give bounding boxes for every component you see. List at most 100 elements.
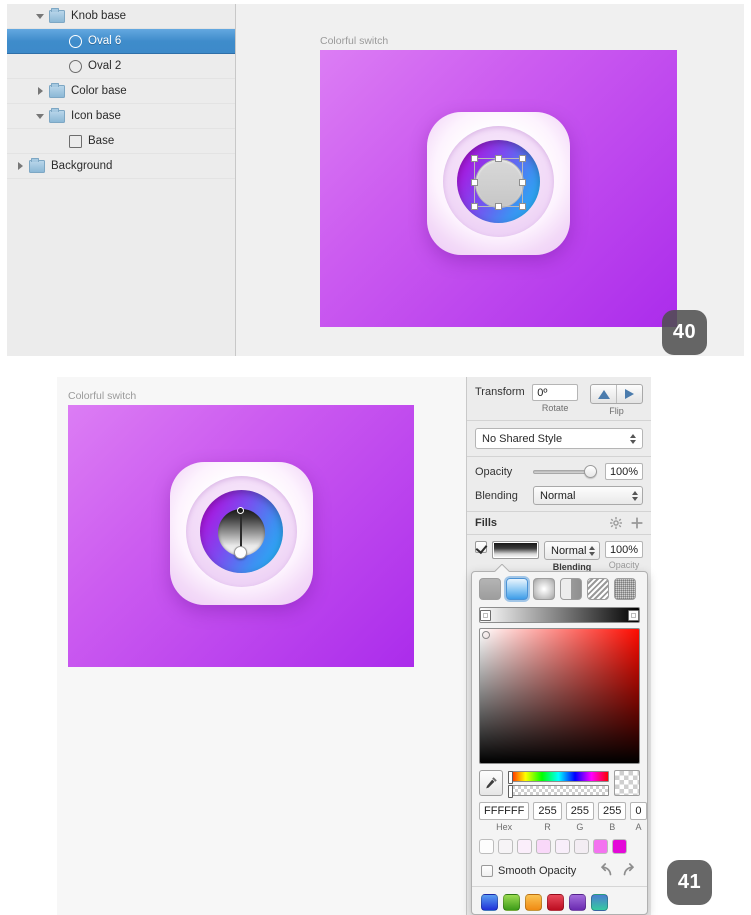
layer-name: Oval 2	[88, 60, 122, 72]
color-value-fields[interactable]: FFFFFF Hex 255 R 255 G 255 B 0 A	[472, 796, 647, 832]
fills-header: Fills	[467, 512, 651, 535]
artboard[interactable]	[320, 50, 677, 327]
color-preview-swatch	[614, 770, 640, 796]
saturation-value-square[interactable]	[479, 628, 640, 764]
rotate-sublabel: Rotate	[541, 403, 569, 413]
opacity-input[interactable]: 100%	[605, 463, 643, 480]
fill-type-noise-fill[interactable]	[614, 578, 636, 600]
flip-vertical-button[interactable]	[616, 385, 642, 403]
gradient-stop-1[interactable]	[628, 609, 639, 621]
fill-type-radial-gradient-fill[interactable]	[533, 578, 555, 600]
fill-enabled-checkbox[interactable]	[475, 541, 487, 553]
color-swatch-6[interactable]	[593, 839, 608, 854]
preset-orange[interactable]	[525, 894, 542, 911]
fill-type-tabs[interactable]	[472, 572, 647, 600]
hue-slider-knob[interactable]	[508, 770, 513, 784]
flip-segmented-control[interactable]	[590, 384, 643, 404]
layer-row-background[interactable]: Background	[7, 154, 235, 179]
undo-arrow-icon[interactable]	[597, 863, 613, 879]
selection-handle-w[interactable]	[470, 178, 478, 186]
chevron-right-icon[interactable]	[35, 85, 47, 97]
hue-slider[interactable]	[508, 770, 609, 784]
gradient-presets-row[interactable]	[472, 887, 647, 911]
alpha-slider-knob[interactable]	[508, 784, 513, 798]
fill-opacity-input[interactable]: 100%	[605, 541, 643, 558]
color-swatch-1[interactable]	[498, 839, 513, 854]
selection-handle-n[interactable]	[494, 154, 502, 162]
color-swatch-4[interactable]	[555, 839, 570, 854]
fill-type-linear-gradient-fill[interactable]	[506, 578, 528, 600]
red-field-label: R	[544, 822, 551, 832]
green-field[interactable]: 255	[565, 802, 595, 820]
recent-swatches-row[interactable]	[472, 832, 647, 854]
layer-row-oval-2[interactable]: Oval 2	[7, 54, 235, 79]
hex-field[interactable]: FFFFFF	[479, 802, 530, 820]
canvas-area-2[interactable]: Colorful switch	[57, 377, 466, 915]
preset-green[interactable]	[503, 894, 520, 911]
fill-type-angular-gradient-fill[interactable]	[560, 578, 582, 600]
red-field[interactable]: 255	[533, 802, 562, 820]
inspector-panel[interactable]: Transform 0º Rotate Flip No Shared Style…	[466, 377, 712, 915]
color-swatch-0[interactable]	[479, 839, 494, 854]
shared-style-value: No Shared Style	[482, 432, 563, 445]
redo-arrow-icon[interactable]	[622, 863, 638, 879]
sv-cursor[interactable]	[482, 631, 490, 639]
layer-row-knob-base[interactable]: Knob base	[7, 4, 235, 29]
app-icon-artwork[interactable]	[427, 112, 570, 255]
chevron-down-icon[interactable]	[35, 10, 47, 22]
color-swatch-5[interactable]	[574, 839, 589, 854]
gradient-stop-0[interactable]	[480, 609, 491, 621]
eyedropper-icon[interactable]	[479, 770, 503, 796]
preset-purple[interactable]	[569, 894, 586, 911]
flip-vertical-icon	[625, 389, 634, 399]
rotate-input[interactable]: 0º	[532, 384, 578, 401]
artboard-2[interactable]	[68, 405, 414, 667]
hex-field-label: Hex	[496, 822, 513, 832]
gradient-stop-start-handle[interactable]	[237, 507, 244, 514]
selection-handle-sw[interactable]	[470, 202, 478, 210]
layer-row-base[interactable]: Base	[7, 129, 235, 154]
opacity-slider[interactable]	[533, 464, 597, 480]
shared-style-popup[interactable]: No Shared Style	[475, 428, 643, 449]
color-swatch-3[interactable]	[536, 839, 551, 854]
layer-list[interactable]: Knob base Oval 6 Oval 2 Color base Icon base…	[7, 4, 236, 356]
chevron-right-icon[interactable]	[15, 160, 27, 172]
fill-type-pattern-fill[interactable]	[587, 578, 609, 600]
color-swatch-2[interactable]	[517, 839, 532, 854]
preset-blue[interactable]	[481, 894, 498, 911]
layer-row-icon-base[interactable]: Icon base	[7, 104, 235, 129]
selection-handle-s[interactable]	[494, 202, 502, 210]
green-field-label: G	[576, 822, 584, 832]
fill-type-solid-fill[interactable]	[479, 578, 501, 600]
chevron-down-icon[interactable]	[35, 110, 47, 122]
blue-field[interactable]: 255	[598, 802, 627, 820]
color-swatch-7[interactable]	[612, 839, 627, 854]
fill-blending-select[interactable]: Normal	[544, 541, 600, 560]
plus-icon[interactable]	[631, 517, 643, 529]
canvas-area[interactable]: Colorful switch 40	[236, 4, 744, 356]
gradient-stops-bar[interactable]	[479, 607, 640, 623]
alpha-field[interactable]: 0	[630, 802, 647, 820]
layer-row-color-base[interactable]: Color base	[7, 79, 235, 104]
selection-handle-nw[interactable]	[470, 154, 478, 162]
alpha-slider[interactable]	[508, 784, 609, 798]
opacity-slider-knob[interactable]	[584, 465, 597, 478]
app-icon-artwork-2[interactable]	[170, 462, 313, 605]
step-badge-41: 41	[667, 860, 712, 905]
gear-icon[interactable]	[610, 517, 622, 529]
selection-handle-se[interactable]	[518, 202, 526, 210]
selection-handle-e[interactable]	[518, 178, 526, 186]
hue-alpha-sliders	[508, 770, 609, 798]
gradient-stop-end-handle[interactable]	[234, 546, 247, 559]
color-picker-popover[interactable]: FFFFFF Hex 255 R 255 G 255 B 0 A Smooth Opacity	[471, 571, 648, 915]
fill-color-swatch[interactable]	[492, 541, 539, 559]
layer-row-oval-6[interactable]: Oval 6	[7, 29, 235, 54]
preset-blue-green[interactable]	[591, 894, 608, 911]
smooth-opacity-checkbox[interactable]	[481, 865, 493, 877]
preset-red[interactable]	[547, 894, 564, 911]
flip-horizontal-button[interactable]	[591, 385, 616, 403]
selection-handle-ne[interactable]	[518, 154, 526, 162]
blending-select[interactable]: Normal	[533, 486, 643, 505]
gradient-axis-line[interactable]	[240, 510, 242, 550]
